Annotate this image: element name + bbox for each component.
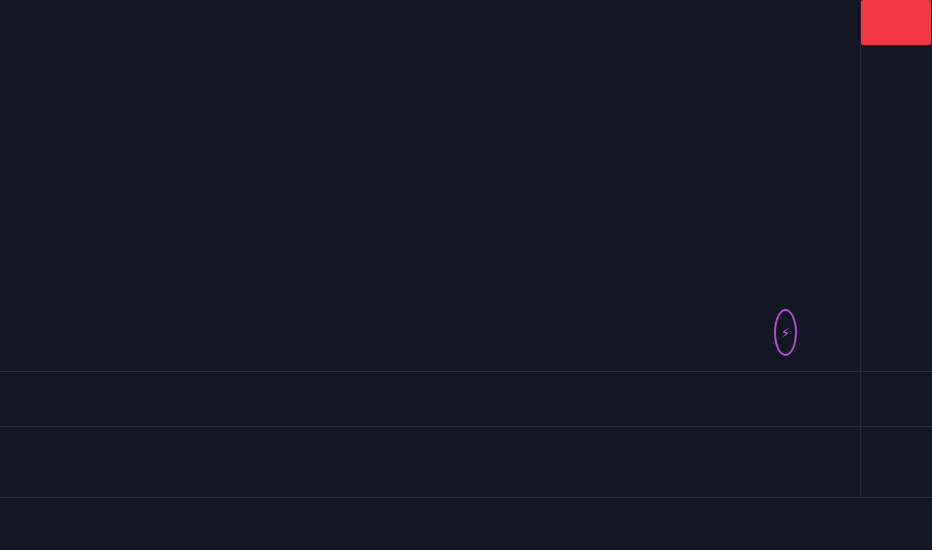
time-axis[interactable] — [0, 498, 932, 550]
chart-canvas[interactable] — [0, 0, 932, 550]
price-axis[interactable] — [860, 0, 932, 497]
pane-divider[interactable] — [0, 426, 932, 427]
last-price-badge — [861, 0, 931, 45]
trading-chart-window: ⚡︎ — [0, 0, 932, 550]
quick-trade-button[interactable]: ⚡︎ — [774, 309, 797, 356]
lightning-bolt-icon: ⚡︎ — [780, 324, 791, 341]
pane-divider[interactable] — [0, 371, 932, 372]
